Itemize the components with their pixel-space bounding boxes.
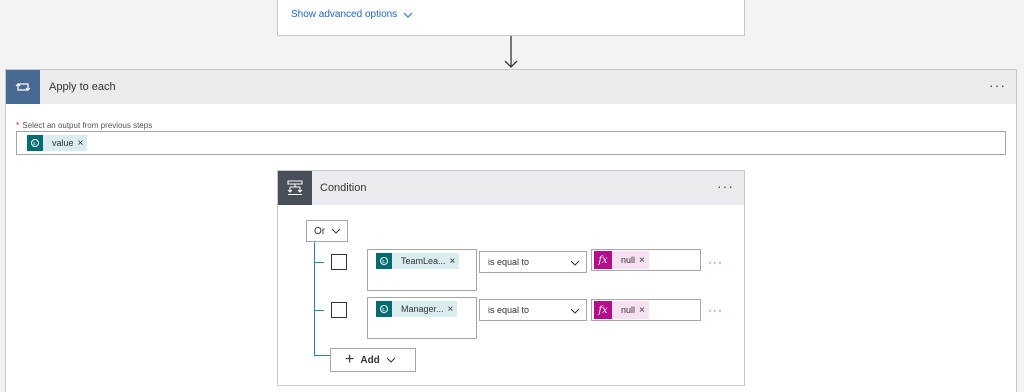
condition-card: Condition ··· Or s TeamLea... × is equal… — [277, 170, 745, 386]
add-button[interactable]: + Add — [330, 348, 416, 372]
fx-icon: fx — [594, 251, 612, 269]
tree-line-row-1 — [314, 262, 324, 263]
row-1-checkbox[interactable] — [331, 254, 347, 270]
apply-to-each-header[interactable]: Apply to each ··· — [6, 70, 1016, 104]
tree-line-vertical — [314, 242, 315, 355]
value-token-remove-button[interactable]: × — [78, 138, 88, 149]
row-2-right-token-remove-button[interactable]: × — [639, 305, 649, 316]
select-output-label: * Select an output from previous steps — [16, 121, 152, 130]
row-1-left-token-remove-button[interactable]: × — [450, 256, 460, 267]
chevron-down-icon — [570, 308, 580, 314]
condition-title: Condition — [320, 182, 367, 194]
chevron-down-icon — [331, 228, 341, 234]
plus-icon: + — [345, 351, 355, 368]
loop-icon — [6, 70, 40, 104]
tree-line-add — [314, 355, 330, 356]
row-2-operator-value: is equal to — [488, 305, 530, 315]
row-1-right-field[interactable]: fx null × — [591, 249, 701, 271]
group-operator-value: Or — [314, 225, 326, 237]
add-button-label: Add — [360, 354, 380, 366]
row-1-left-token-label: TeamLea... — [401, 256, 446, 266]
sharepoint-icon: s — [376, 301, 392, 317]
apply-to-each-more-button[interactable]: ··· — [989, 77, 1006, 93]
show-advanced-options-label: Show advanced options — [291, 9, 398, 20]
condition-header[interactable]: Condition ··· — [278, 171, 744, 205]
sharepoint-icon: s — [376, 253, 392, 269]
select-output-label-text: Select an output from previous steps — [22, 121, 153, 130]
row-2-left-token[interactable]: s Manager... × — [376, 301, 458, 317]
previous-step-card: Show advanced options — [277, 0, 745, 36]
condition-more-button[interactable]: ··· — [717, 178, 734, 194]
row-2-more-button[interactable]: ··· — [708, 303, 723, 317]
sharepoint-icon: s — [27, 135, 43, 151]
row-1-right-token-remove-button[interactable]: × — [639, 255, 649, 266]
condition-icon — [278, 171, 312, 205]
row-2-left-field[interactable]: s Manager... × — [367, 297, 477, 339]
apply-to-each-title: Apply to each — [49, 81, 116, 93]
row-1-right-token[interactable]: fx null × — [594, 251, 649, 269]
arrow-down-icon — [504, 36, 518, 68]
show-advanced-options-link[interactable]: Show advanced options — [291, 9, 413, 20]
row-1-left-token[interactable]: s TeamLea... × — [376, 253, 460, 269]
row-1-operator-select[interactable]: is equal to — [479, 251, 587, 273]
tree-line-row-2 — [314, 310, 324, 311]
row-2-left-token-remove-button[interactable]: × — [448, 304, 458, 315]
row-1-right-token-label: null — [621, 255, 636, 265]
value-token-label: value — [52, 138, 74, 148]
row-1-operator-value: is equal to — [488, 257, 530, 267]
flow-canvas: Show advanced options Apply to each ··· … — [0, 0, 1024, 392]
value-token[interactable]: s value × — [27, 135, 88, 151]
row-2-operator-select[interactable]: is equal to — [479, 299, 587, 321]
chevron-down-icon — [570, 260, 580, 266]
required-marker: * — [16, 121, 20, 130]
chevron-down-icon — [403, 12, 413, 18]
select-output-input[interactable]: s value × — [16, 131, 1006, 155]
row-1-more-button[interactable]: ··· — [708, 255, 723, 269]
row-1-left-field[interactable]: s TeamLea... × — [367, 249, 477, 291]
row-2-left-token-label: Manager... — [401, 304, 444, 314]
row-2-right-field[interactable]: fx null × — [591, 299, 701, 321]
chevron-down-icon — [386, 357, 396, 363]
fx-icon: fx — [594, 301, 612, 319]
row-2-right-token[interactable]: fx null × — [594, 301, 649, 319]
group-operator-select[interactable]: Or — [306, 220, 348, 242]
row-2-checkbox[interactable] — [331, 302, 347, 318]
row-2-right-token-label: null — [621, 305, 636, 315]
